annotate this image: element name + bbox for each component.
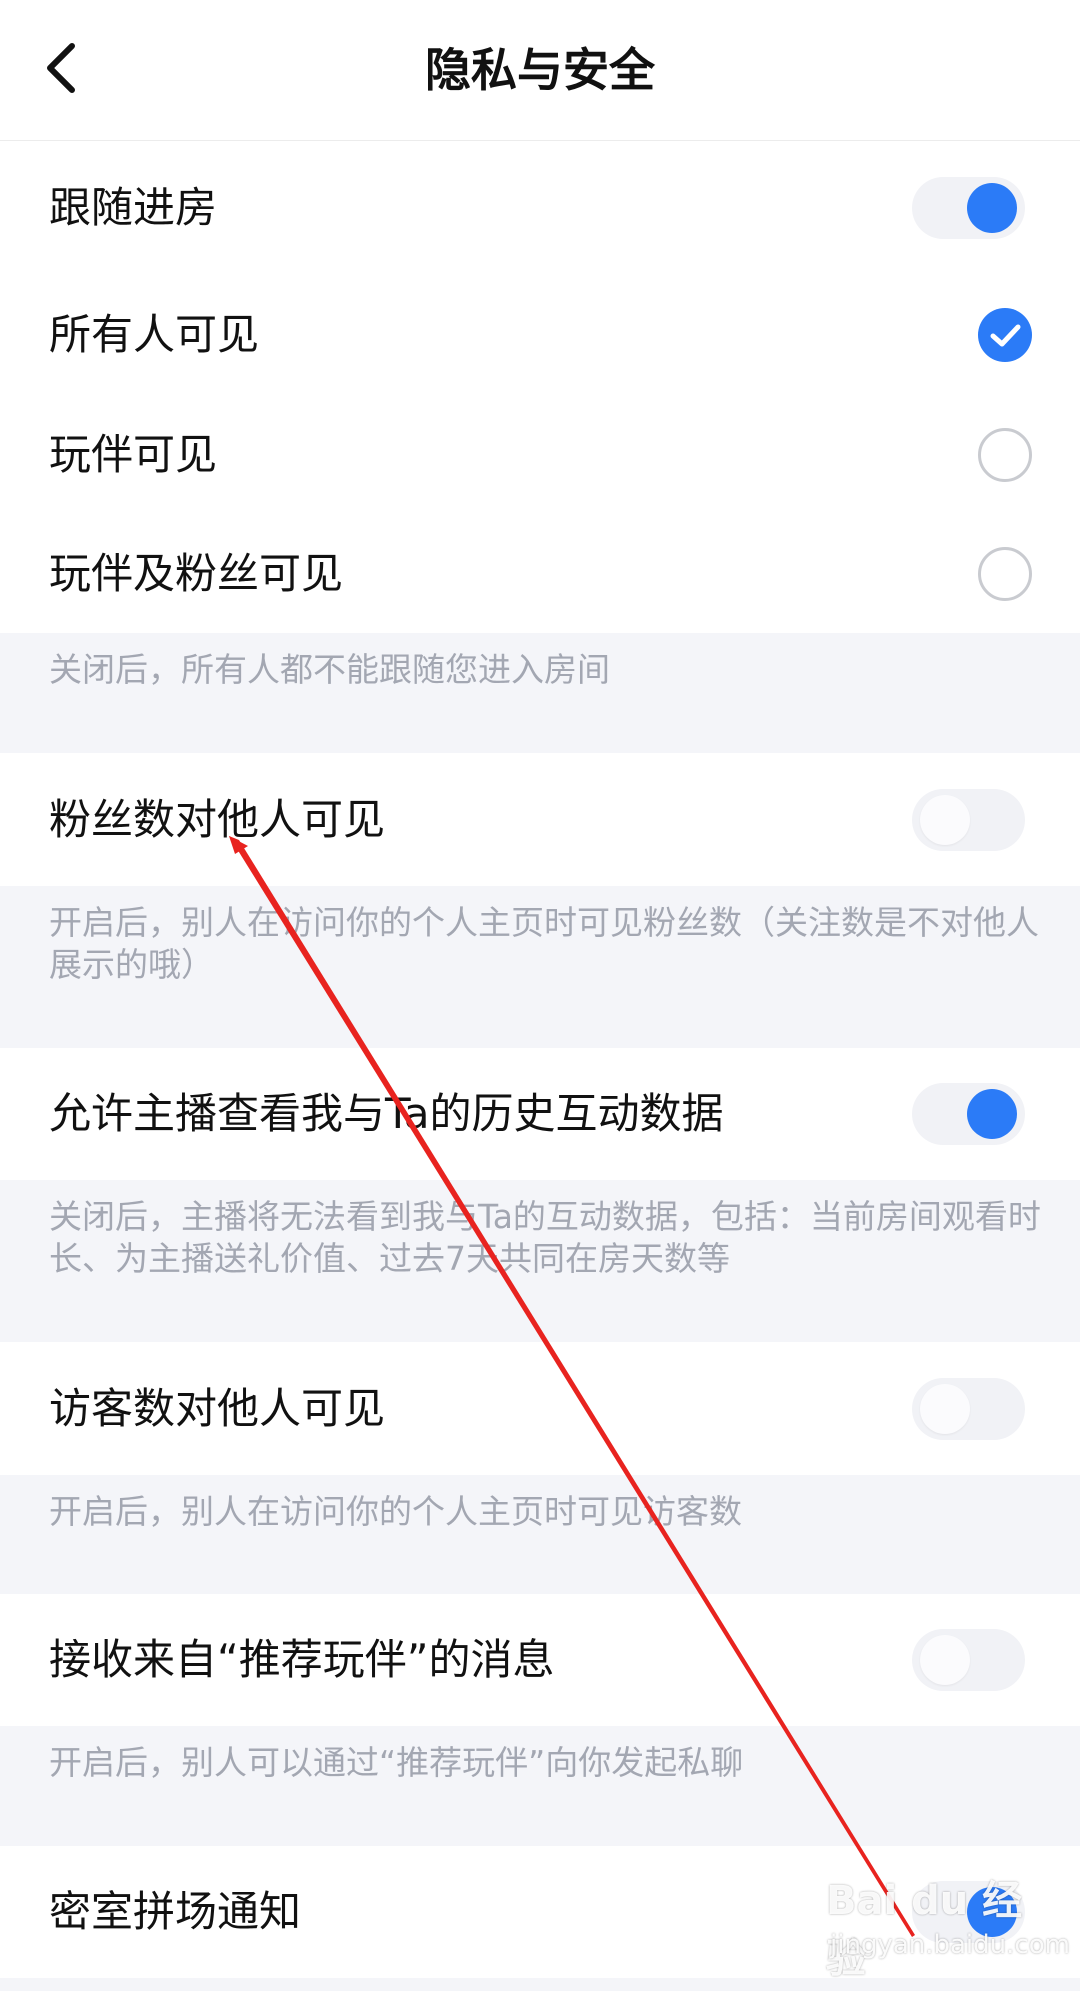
- toggle-knob: [967, 1089, 1017, 1139]
- visitors-visible-label: 访客数对他人可见: [49, 1383, 386, 1433]
- option-playmates-fans-label: 玩伴及粉丝可见: [49, 549, 344, 598]
- follow-into-room-row: 跟随进房: [0, 141, 1080, 275]
- check-icon: [990, 324, 1021, 347]
- follow-note-text: 关闭后，所有人都不能跟随您进入房间: [49, 650, 610, 689]
- fans-visible-note: 开启后，别人在访问你的个人主页时可见粉丝数（关注数是不对他人展示的哦）: [0, 886, 1080, 1048]
- host-history-toggle[interactable]: [912, 1083, 1025, 1145]
- recommend-message-note-text: 开启后，别人可以通过“推荐玩伴”向你发起私聊: [49, 1743, 744, 1782]
- recommend-message-label: 接收来自“推荐玩伴”的消息: [49, 1635, 555, 1684]
- toggle-knob: [967, 1887, 1017, 1937]
- host-history-row: 允许主播查看我与Ta的历史互动数据: [0, 1048, 1080, 1180]
- visitors-visible-toggle[interactable]: [912, 1377, 1025, 1440]
- host-history-label: 允许主播查看我与Ta的历史互动数据: [49, 1089, 724, 1138]
- option-everyone-radio[interactable]: [978, 308, 1032, 362]
- follow-into-room-toggle[interactable]: [912, 177, 1025, 239]
- toggle-knob: [967, 183, 1017, 233]
- header-bar: 隐私与安全: [0, 0, 1080, 141]
- option-everyone-row[interactable]: 所有人可见: [0, 275, 1080, 395]
- escape-room-label: 密室拼场通知: [49, 1887, 302, 1936]
- bottom-gap: [0, 1978, 1080, 1991]
- fans-visible-label: 粉丝数对他人可见: [49, 794, 386, 844]
- visitors-visible-row: 访客数对他人可见: [0, 1342, 1080, 1475]
- option-playmates-row[interactable]: 玩伴可见: [0, 395, 1080, 515]
- option-everyone-label: 所有人可见: [49, 310, 260, 359]
- escape-room-toggle[interactable]: [912, 1881, 1025, 1943]
- visitors-visible-note-text: 开启后，别人在访问你的个人主页时可见访客数: [49, 1492, 742, 1531]
- option-playmates-fans-row[interactable]: 玩伴及粉丝可见: [0, 515, 1080, 633]
- toggle-knob: [920, 1383, 970, 1434]
- fans-visible-note-text: 开启后，别人在访问你的个人主页时可见粉丝数（关注数是不对他人展示的哦）: [49, 903, 1039, 984]
- recommend-message-toggle[interactable]: [912, 1629, 1025, 1691]
- follow-note: 关闭后，所有人都不能跟随您进入房间: [0, 633, 1080, 753]
- follow-into-room-label: 跟随进房: [49, 183, 218, 232]
- recommend-message-row: 接收来自“推荐玩伴”的消息: [0, 1594, 1080, 1726]
- page-title: 隐私与安全: [425, 43, 655, 97]
- escape-room-row: 密室拼场通知: [0, 1846, 1080, 1978]
- host-history-note-text: 关闭后，主播将无法看到我与Ta的互动数据，包括：当前房间观看时长、为主播送礼价值…: [49, 1197, 1041, 1278]
- host-history-note: 关闭后，主播将无法看到我与Ta的互动数据，包括：当前房间观看时长、为主播送礼价值…: [0, 1180, 1080, 1342]
- recommend-message-note: 开启后，别人可以通过“推荐玩伴”向你发起私聊: [0, 1726, 1080, 1846]
- visitors-visible-note: 开启后，别人在访问你的个人主页时可见访客数: [0, 1475, 1080, 1594]
- option-playmates-label: 玩伴可见: [49, 430, 218, 479]
- option-playmates-fans-radio[interactable]: [978, 547, 1032, 601]
- toggle-knob: [920, 1635, 970, 1685]
- toggle-knob: [920, 794, 970, 845]
- option-playmates-radio[interactable]: [978, 428, 1032, 482]
- fans-visible-toggle[interactable]: [912, 788, 1025, 851]
- fans-visible-row: 粉丝数对他人可见: [0, 753, 1080, 886]
